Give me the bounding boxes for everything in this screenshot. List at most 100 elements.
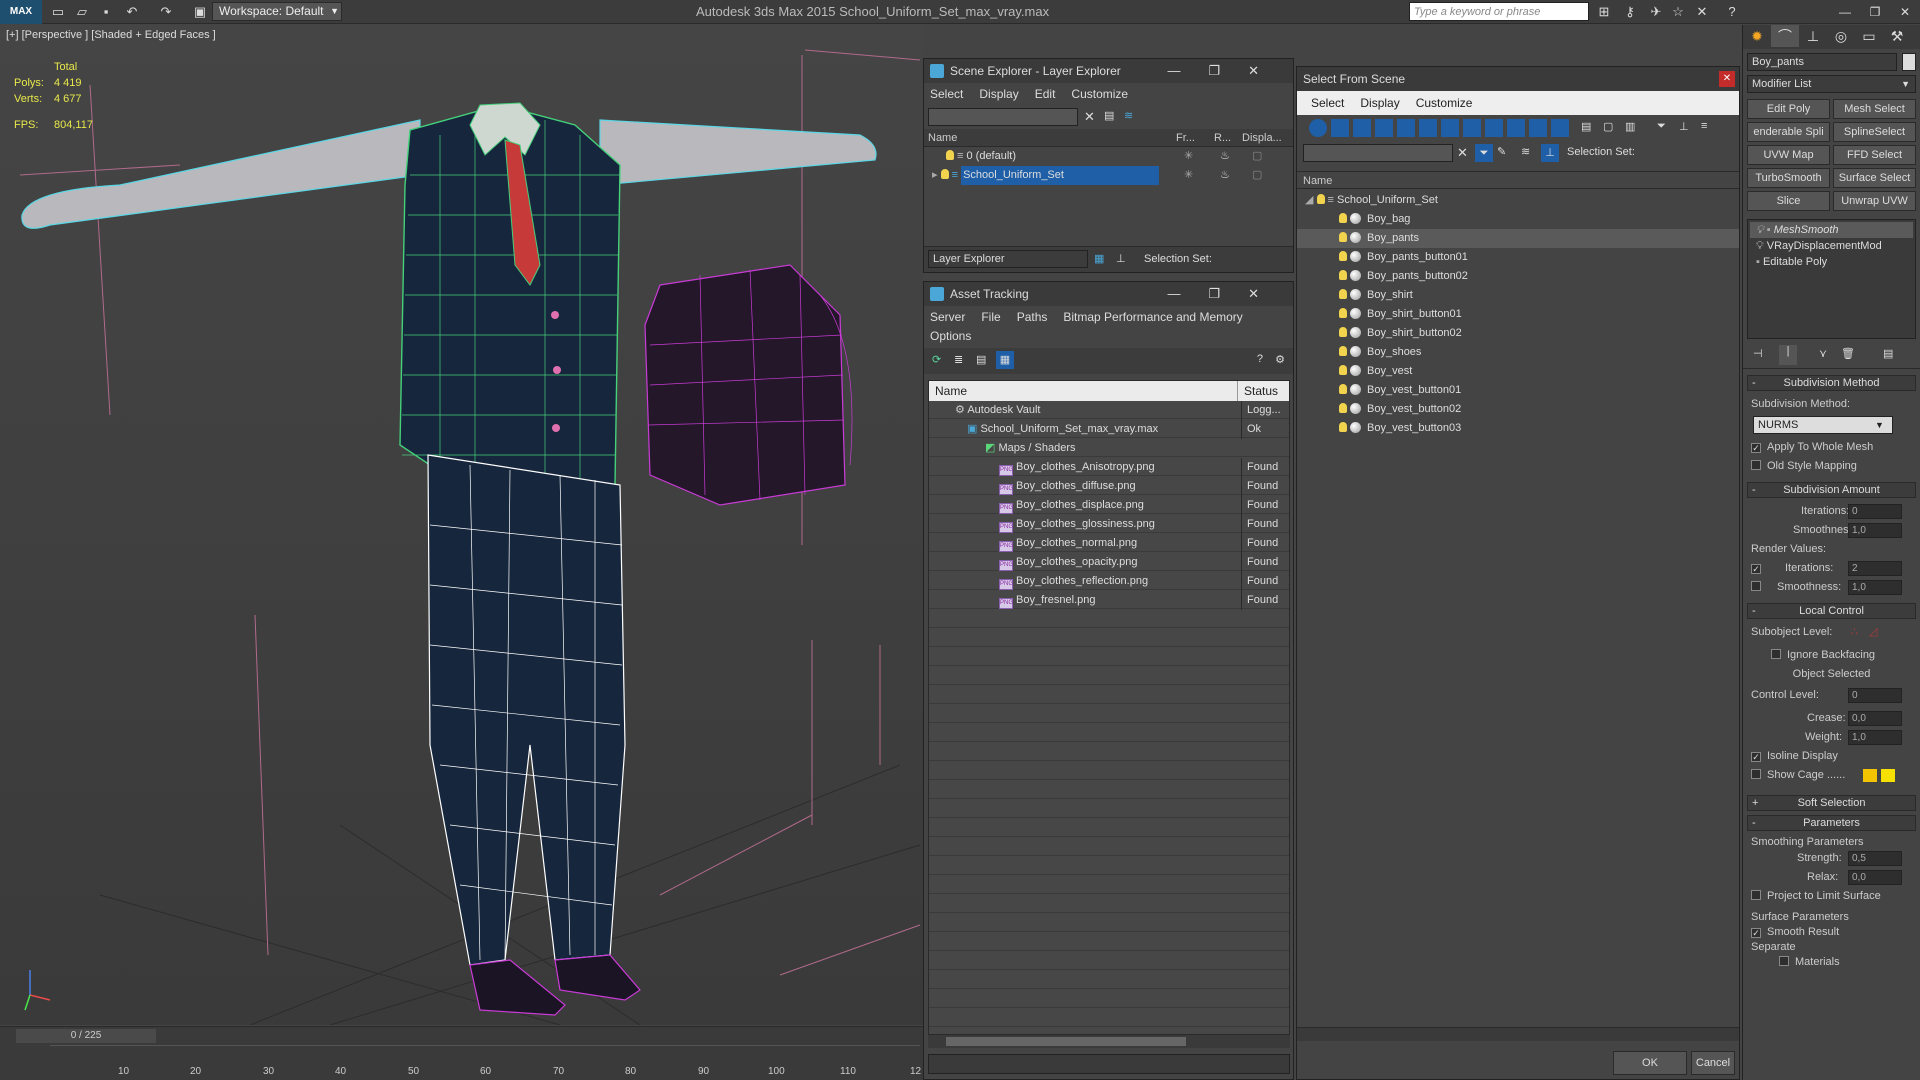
display-all-icon[interactable]: ▤ xyxy=(1581,120,1591,133)
hidden-filter-icon[interactable] xyxy=(1551,119,1569,137)
rollout-local-control[interactable]: - Local Control xyxy=(1747,603,1916,619)
panel-window-buttons[interactable]: —❐✕ xyxy=(1167,282,1287,306)
motion-tab-icon[interactable]: ◎ xyxy=(1827,25,1855,47)
light-filter-icon[interactable] xyxy=(1353,119,1371,137)
viewport-label[interactable]: [+] [Perspective ] [Shaded + Edged Faces… xyxy=(6,29,216,41)
time-slider[interactable]: 0 / 225 xyxy=(16,1029,156,1043)
create-tab-icon[interactable]: ✹ xyxy=(1743,25,1771,47)
materials-checkbox[interactable] xyxy=(1779,956,1789,966)
modifier-list-dropdown[interactable]: Modifier List ▼ xyxy=(1747,75,1916,93)
expand-icon[interactable]: ▪ xyxy=(1767,224,1774,236)
iterations-spinner[interactable]: 0 xyxy=(1848,504,1902,519)
help-icon[interactable]: ? xyxy=(1257,353,1263,365)
stack-item-editable-poly[interactable]: ▪ Editable Poly xyxy=(1750,254,1913,270)
container-filter-icon[interactable] xyxy=(1507,119,1525,137)
asset-row[interactable]: ⚙ Autodesk Vault Logg... xyxy=(929,401,1289,420)
cage-color-swatch-1[interactable] xyxy=(1863,769,1877,782)
asset-row[interactable]: PNG Boy_fresnel.png Found xyxy=(929,591,1289,610)
asset-row[interactable]: PNG Boy_clothes_opacity.png Found xyxy=(929,553,1289,572)
favorites-star-icon[interactable]: ☆ xyxy=(1670,4,1686,20)
panel-window-buttons[interactable]: —❐✕ xyxy=(1167,59,1287,83)
scene-explorer-titlebar[interactable]: Scene Explorer - Layer Explorer —❐✕ xyxy=(924,59,1293,83)
utilities-tab-icon[interactable]: ⚒ xyxy=(1883,25,1911,47)
open-file-icon[interactable]: ▱ xyxy=(74,4,90,20)
undo-icon[interactable]: ↶ xyxy=(124,4,140,20)
menu-select[interactable]: Select xyxy=(930,87,963,101)
ignore-backfacing-checkbox[interactable] xyxy=(1771,649,1781,659)
filter-icon[interactable]: ▤ xyxy=(1104,109,1114,122)
redo-icon[interactable]: ↷ xyxy=(158,4,174,20)
filter-icon[interactable]: ⏷ xyxy=(1475,144,1493,162)
make-unique-icon[interactable]: ⋎ xyxy=(1819,347,1827,360)
object-item[interactable]: Boy_vest_button03 xyxy=(1297,419,1739,438)
asset-row[interactable]: PNG Boy_clothes_reflection.png Found xyxy=(929,572,1289,591)
rollout-subdivision-amount[interactable]: - Subdivision Amount xyxy=(1747,482,1916,498)
object-item[interactable]: Boy_shirt xyxy=(1297,286,1739,305)
object-name-field[interactable]: Boy_pants xyxy=(1747,53,1897,71)
hierarchy-icon[interactable]: ⊥ xyxy=(1116,252,1126,265)
cage-color-swatch-2[interactable] xyxy=(1881,769,1895,782)
funnel-filter-icon[interactable]: ⏷ xyxy=(1657,120,1666,133)
object-item[interactable]: Boy_shirt_button02 xyxy=(1297,324,1739,343)
edge-subobject-icon[interactable]: ◿ xyxy=(1869,623,1877,642)
shape-filter-icon[interactable] xyxy=(1331,119,1349,137)
render-smoothness-checkbox[interactable] xyxy=(1751,581,1761,591)
menu-bitmap-performance[interactable]: Bitmap Performance and Memory xyxy=(1063,310,1242,324)
asset-row[interactable]: PNG Boy_clothes_diffuse.png Found xyxy=(929,477,1289,496)
layer-manager-icon[interactable]: ▦ xyxy=(1094,252,1104,265)
col-display[interactable]: Displa... xyxy=(1242,129,1282,147)
object-item[interactable]: Boy_vest_button01 xyxy=(1297,381,1739,400)
lightbulb-icon[interactable] xyxy=(1316,194,1325,204)
subdivision-method-dropdown[interactable]: NURMS ▼ xyxy=(1753,416,1893,434)
new-file-icon[interactable]: ▭ xyxy=(50,4,66,20)
lightbulb-icon[interactable] xyxy=(1339,384,1347,394)
render-smoothness-spinner[interactable]: 1,0 xyxy=(1848,580,1902,595)
modify-tab-icon[interactable]: ⌒ xyxy=(1771,25,1799,47)
object-color-swatch[interactable] xyxy=(1902,53,1916,71)
asset-row[interactable]: ▣ School_Uniform_Set_max_vray.max Ok xyxy=(929,420,1289,439)
hierarchy-mode-icon[interactable]: ⊥ xyxy=(1541,144,1559,162)
apply-whole-mesh-checkbox[interactable]: ✓ xyxy=(1751,443,1761,453)
display-tab-icon[interactable]: ▭ xyxy=(1855,25,1883,47)
col-name[interactable]: Name xyxy=(928,129,957,147)
lightbulb-icon[interactable] xyxy=(1339,289,1347,299)
asset-tracking-titlebar[interactable]: Asset Tracking —❐✕ xyxy=(924,282,1293,306)
display-invert-icon[interactable]: ▥ xyxy=(1625,120,1635,133)
isoline-display-row[interactable]: ✓ Isoline Display xyxy=(1743,747,1920,766)
old-style-mapping-checkbox[interactable] xyxy=(1751,460,1761,470)
display-icon[interactable]: ▢ xyxy=(1252,166,1262,185)
project-limit-checkbox[interactable] xyxy=(1751,890,1761,900)
lightbulb-icon[interactable] xyxy=(1339,422,1347,432)
control-level-spinner[interactable]: 0 xyxy=(1848,688,1902,703)
rollout-soft-selection[interactable]: + Soft Selection xyxy=(1747,795,1916,811)
object-item[interactable]: Boy_shirt_button01 xyxy=(1297,305,1739,324)
lightbulb-icon[interactable] xyxy=(1339,251,1347,261)
asset-horizontal-scrollbar[interactable] xyxy=(928,1034,1290,1048)
layers-icon[interactable]: ≋ xyxy=(1124,109,1133,122)
old-style-mapping-row[interactable]: Old Style Mapping xyxy=(1743,457,1920,476)
renderable-spline-button[interactable]: enderable Spli xyxy=(1747,122,1830,142)
minimize-icon[interactable]: — xyxy=(1830,0,1860,24)
perspective-viewport[interactable]: [+] [Perspective ] [Shaded + Edged Faces… xyxy=(0,25,923,1025)
crease-spinner[interactable]: 0,0 xyxy=(1848,711,1902,726)
rollout-parameters[interactable]: - Parameters xyxy=(1747,815,1916,831)
layers-icon[interactable]: ≋ xyxy=(1521,145,1530,158)
cancel-button[interactable]: Cancel xyxy=(1691,1051,1735,1075)
ok-button[interactable]: OK xyxy=(1613,1051,1687,1075)
object-item-selected[interactable]: Boy_pants xyxy=(1297,229,1739,248)
menu-display[interactable]: Display xyxy=(1360,96,1399,110)
xref-filter-icon[interactable] xyxy=(1463,119,1481,137)
spacewarp-filter-icon[interactable] xyxy=(1419,119,1437,137)
lightbulb-icon[interactable] xyxy=(940,169,949,179)
mesh-select-button[interactable]: Mesh Select xyxy=(1833,99,1916,119)
project-folder-icon[interactable]: ▣ xyxy=(192,4,208,20)
configure-sets-icon[interactable]: ▤ xyxy=(1883,347,1893,360)
menu-customize[interactable]: Customize xyxy=(1071,87,1128,101)
lightbulb-icon[interactable] xyxy=(1339,270,1347,280)
menu-paths[interactable]: Paths xyxy=(1017,310,1048,324)
group-filter-icon[interactable] xyxy=(1441,119,1459,137)
col-freeze[interactable]: Fr... xyxy=(1176,129,1195,147)
lightbulb-icon[interactable] xyxy=(1339,232,1347,242)
col-asset-name[interactable]: Name xyxy=(935,381,967,401)
asset-row[interactable]: PNG Boy_clothes_glossiness.png Found xyxy=(929,515,1289,534)
